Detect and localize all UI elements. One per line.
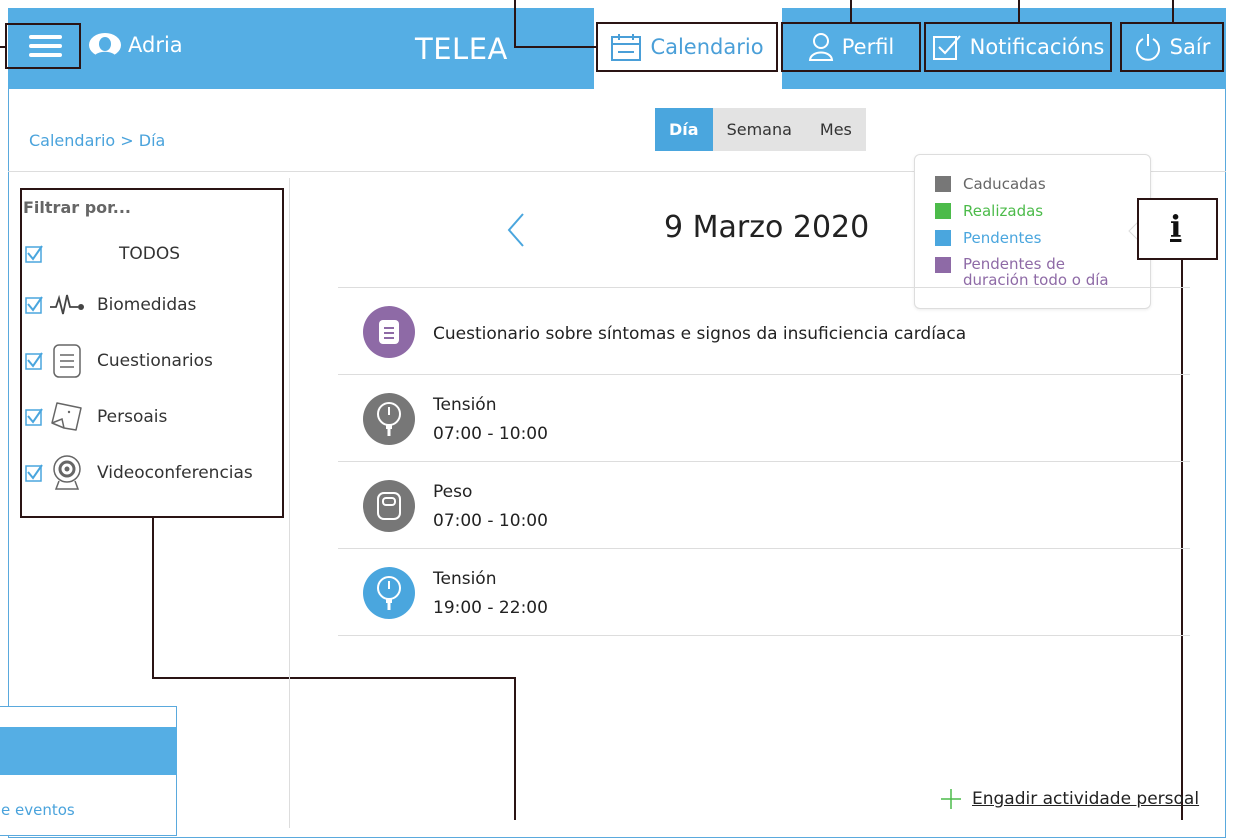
view-tab-month[interactable]: Mes	[805, 108, 866, 151]
current-date: 9 Marzo 2020	[664, 210, 870, 245]
power-icon	[1135, 34, 1160, 61]
user-avatar-icon	[89, 33, 121, 57]
filter-title: Filtrar por...	[23, 198, 131, 217]
legend-label: Pendentes	[963, 229, 1042, 247]
overlay-text: e eventos	[1, 801, 75, 819]
checkbox-checked-icon[interactable]	[25, 464, 43, 482]
filter-item-persoais[interactable]: Persoais	[25, 397, 167, 437]
add-activity-label: Engadir actividade persoal	[972, 789, 1200, 809]
filter-item-videoconferencias[interactable]: Videoconferencias	[25, 453, 253, 493]
event-item[interactable]: Peso 07:00 - 10:00	[338, 461, 1190, 549]
info-icon: i	[1170, 210, 1182, 245]
annotation-line	[0, 46, 5, 48]
event-title: Tensión	[433, 395, 497, 415]
legend-label: Caducadas	[963, 175, 1046, 193]
filter-item-biomedidas[interactable]: Biomedidas	[25, 285, 196, 325]
filter-item-todos[interactable]: TODOS	[25, 234, 180, 274]
menu-button[interactable]	[5, 23, 81, 69]
webcam-icon	[47, 453, 87, 493]
filter-label: Biomedidas	[97, 295, 197, 315]
event-title: Peso	[433, 482, 473, 502]
checkbox-checked-icon[interactable]	[25, 245, 43, 263]
view-switcher: Día Semana Mes	[655, 108, 866, 151]
checkbox-checked-icon[interactable]	[25, 296, 43, 314]
legend-item: Pendentes	[935, 229, 1041, 247]
user-profile[interactable]: Adria	[88, 32, 183, 58]
legend-swatch	[935, 257, 951, 273]
app-brand: TELEA	[415, 32, 508, 66]
filter-item-cuestionarios[interactable]: Cuestionarios	[25, 341, 213, 381]
tab-calendario-label: Calendario	[650, 35, 764, 59]
checkbox-checked-icon[interactable]	[25, 352, 43, 370]
annotation-line	[152, 677, 516, 679]
legend-item: Pendentes de duración todo o día	[935, 256, 1113, 288]
legend-label: Pendentes de duración todo o día	[963, 255, 1109, 289]
scale-icon	[363, 480, 415, 532]
add-activity-link[interactable]: Engadir actividade persoal	[940, 788, 1199, 810]
heartbeat-icon	[47, 285, 87, 325]
tab-notificacions-label: Notificacións	[969, 35, 1105, 59]
checkbox-checked-icon[interactable]	[25, 408, 43, 426]
overlay-header-bar	[0, 727, 177, 775]
divider	[289, 178, 290, 828]
user-name: Adria	[128, 33, 183, 57]
annotation-line	[1018, 0, 1020, 23]
annotation-line	[1172, 0, 1174, 23]
filter-label: TODOS	[119, 244, 181, 264]
legend-swatch	[935, 176, 951, 192]
menu-icon-line	[29, 44, 62, 48]
document-icon	[47, 341, 87, 381]
tab-calendario[interactable]: Calendario	[596, 22, 778, 72]
tab-sair[interactable]: Saír	[1120, 22, 1224, 72]
annotation-line	[514, 0, 516, 48]
prev-day-button[interactable]	[505, 212, 527, 248]
info-button[interactable]: i	[1137, 198, 1218, 260]
annotation-line	[514, 677, 516, 820]
event-time: 07:00 - 10:00	[433, 424, 548, 444]
legend-swatch	[935, 203, 951, 219]
legend-label: Realizadas	[963, 202, 1044, 220]
tab-notificacions[interactable]: Notificacións	[924, 22, 1112, 72]
event-time: 19:00 - 22:00	[433, 598, 548, 618]
plus-icon	[941, 789, 961, 809]
annotation-line	[514, 46, 597, 48]
user-icon	[808, 33, 833, 61]
filter-label: Cuestionarios	[97, 351, 213, 371]
breadcrumb[interactable]: Calendario > Día	[29, 131, 165, 150]
tab-perfil[interactable]: Perfil	[781, 22, 921, 72]
legend-item: Realizadas	[935, 202, 1043, 220]
overlay-screenshot: e eventos	[0, 706, 177, 836]
annotation-line	[850, 0, 852, 23]
event-item[interactable]: Tensión 07:00 - 10:00	[338, 374, 1190, 462]
blood-pressure-icon	[363, 393, 415, 445]
event-time: 07:00 - 10:00	[433, 511, 548, 531]
event-title: Cuestionario sobre síntomas e signos da …	[433, 324, 967, 344]
view-tab-week[interactable]: Semana	[712, 108, 806, 151]
legend-item: Caducadas	[935, 175, 1046, 193]
sticky-note-icon	[47, 397, 87, 437]
legend-swatch	[935, 230, 951, 246]
event-title: Tensión	[433, 569, 497, 589]
view-tab-day[interactable]: Día	[655, 108, 713, 151]
event-item[interactable]: Cuestionario sobre síntomas e signos da …	[338, 287, 1190, 375]
document-icon	[363, 306, 415, 358]
event-item[interactable]: Tensión 19:00 - 22:00	[338, 548, 1190, 636]
calendar-icon	[611, 34, 642, 61]
menu-icon-line	[29, 35, 62, 39]
menu-icon-line	[29, 53, 62, 57]
filter-icon-placeholder	[47, 234, 87, 274]
checkbox-icon	[932, 35, 961, 60]
blood-pressure-icon	[363, 567, 415, 619]
annotation-line	[152, 517, 154, 678]
filter-label: Persoais	[97, 407, 168, 427]
tab-perfil-label: Perfil	[841, 35, 895, 59]
filter-label: Videoconferencias	[97, 463, 253, 483]
tab-sair-label: Saír	[1169, 35, 1211, 59]
status-legend: Caducadas Realizadas Pendentes Pendentes…	[914, 154, 1151, 309]
